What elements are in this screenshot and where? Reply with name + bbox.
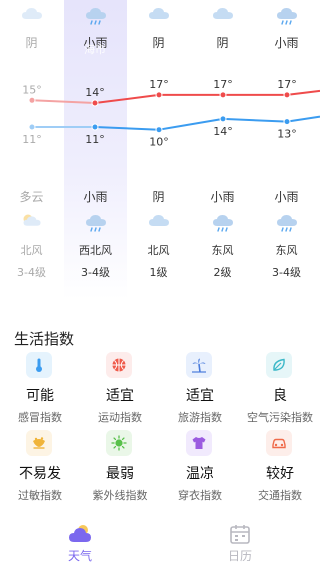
index-value: 不易发 xyxy=(19,466,61,482)
life-index-item[interactable]: 良空气污染指数 xyxy=(240,350,320,428)
high-temp-label: 14° xyxy=(85,86,105,99)
high-temp-point xyxy=(91,99,99,107)
life-index-item[interactable]: 不易发 过敏指数 xyxy=(0,428,80,506)
wind-level: 3-4级 xyxy=(272,266,301,279)
life-index-item[interactable]: 适宜 运动指数 xyxy=(80,350,160,428)
night-weather-text: 小雨 xyxy=(83,190,108,204)
low-temp-label: 13° xyxy=(277,128,297,141)
rain-cloud-icon xyxy=(274,211,300,233)
high-temp-label: 17° xyxy=(213,78,233,91)
high-temp-label: 17° xyxy=(277,78,297,91)
low-temp-line xyxy=(222,117,288,123)
nav-tab-label: 天气 xyxy=(67,549,92,563)
index-value: 良 xyxy=(273,388,287,404)
life-index-item[interactable]: 适宜 旅游指数 xyxy=(160,350,240,428)
life-index-item[interactable]: 可能 感冒指数 xyxy=(0,350,80,428)
life-index-item[interactable]: 最弱 紫外线指数 xyxy=(80,428,160,506)
wind-direction: 北风 xyxy=(147,244,170,257)
day-weather-text: 阴 xyxy=(152,36,165,50)
rain-cloud-icon xyxy=(274,4,300,26)
high-temp-point xyxy=(155,91,163,99)
location-watermark: 海市 xyxy=(84,43,106,56)
night-weather-text: 小雨 xyxy=(210,190,235,204)
rain-cloud-icon xyxy=(210,211,236,233)
high-temp-label: 17° xyxy=(149,78,169,91)
nav-tab-label: 日历 xyxy=(227,549,252,563)
low-temp-label: 10° xyxy=(149,136,169,149)
night-weather-text: 小雨 xyxy=(274,190,299,204)
low-temp-line xyxy=(94,126,160,131)
high-temp-point xyxy=(28,96,36,104)
index-value: 温凉 xyxy=(186,466,214,482)
index-value: 较好 xyxy=(266,466,294,482)
life-index-item[interactable]: 较好 交通指数 xyxy=(240,428,320,506)
low-temp-point xyxy=(91,123,99,131)
nav-tab-weather[interactable]: 天气 xyxy=(40,517,120,569)
wind-direction: 东风 xyxy=(211,244,234,257)
life-index-item[interactable]: 温凉 穿衣指数 xyxy=(160,428,240,506)
low-temp-point xyxy=(155,126,163,134)
low-temp-point xyxy=(219,115,227,123)
cloud-icon xyxy=(146,211,172,233)
high-temp-point xyxy=(283,91,291,99)
high-temp-point xyxy=(219,91,227,99)
sun-icon xyxy=(106,430,132,456)
high-temp-label: 15° xyxy=(22,83,42,96)
wind-direction: 北风 xyxy=(20,244,43,257)
cloud-icon xyxy=(146,4,172,26)
night-weather-text: 阴 xyxy=(152,190,165,204)
pollen-icon xyxy=(26,430,52,456)
low-temp-label: 11° xyxy=(22,133,42,146)
car-icon xyxy=(266,430,292,456)
cloud-icon xyxy=(210,4,236,26)
index-name: 空气污染指数 xyxy=(247,411,313,424)
leaf-icon xyxy=(266,352,292,378)
index-value: 适宜 xyxy=(106,388,134,404)
day-weather-text: 阴 xyxy=(216,36,229,50)
index-value: 适宜 xyxy=(186,388,214,404)
palm-tree-icon xyxy=(186,352,212,378)
thermometer-icon xyxy=(26,352,52,378)
index-value: 可能 xyxy=(26,388,54,404)
low-temp-line xyxy=(286,115,320,123)
weather-icon xyxy=(67,522,93,546)
rain-cloud-icon xyxy=(83,211,109,233)
high-temp-line xyxy=(31,99,96,104)
rain-cloud-icon xyxy=(83,4,109,26)
nav-tab-calendar[interactable]: 日历 xyxy=(200,517,280,569)
index-name: 穿衣指数 xyxy=(178,489,222,502)
temperature-chart: 15° 11° 14° 11° 17° 10° 17° 14° 17° 13° xyxy=(22,78,320,149)
wind-level: 3-4级 xyxy=(17,266,46,279)
wind-level: 2级 xyxy=(213,266,232,279)
wind-direction: 西北风 xyxy=(79,244,112,257)
wind-level: 1级 xyxy=(149,266,168,279)
wind-level: 3-4级 xyxy=(81,266,110,279)
index-name: 旅游指数 xyxy=(178,411,222,424)
cloud-icon xyxy=(19,4,45,26)
index-name: 过敏指数 xyxy=(18,489,62,502)
calendar-icon xyxy=(227,522,253,546)
shirt-icon xyxy=(186,430,212,456)
low-temp-point xyxy=(28,123,36,131)
basketball-icon xyxy=(106,352,132,378)
high-temp-line xyxy=(286,89,320,96)
night-weather-text: 多云 xyxy=(19,190,44,204)
day-weather-text: 小雨 xyxy=(274,36,299,50)
index-name: 紫外线指数 xyxy=(92,489,148,502)
low-temp-label: 14° xyxy=(213,125,233,138)
low-temp-label: 11° xyxy=(85,133,105,146)
low-temp-point xyxy=(283,118,291,126)
day-weather-text: 阴 xyxy=(25,36,38,50)
bottom-nav: 天气 日历 xyxy=(0,517,320,569)
wind-direction: 东风 xyxy=(275,244,298,257)
index-name: 运动指数 xyxy=(98,411,142,424)
partly-cloudy-icon xyxy=(19,211,45,233)
index-value: 最弱 xyxy=(106,466,134,482)
index-name: 交通指数 xyxy=(258,489,302,502)
life-index-title: 生活指数 xyxy=(14,330,75,348)
index-name: 感冒指数 xyxy=(18,411,62,424)
